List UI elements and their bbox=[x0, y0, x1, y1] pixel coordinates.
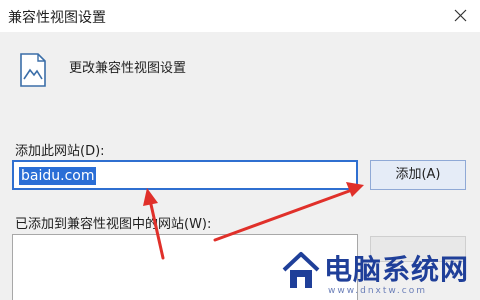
site-watermark: 电脑系统网 www.dnxtw.com bbox=[282, 248, 480, 300]
annotation-arrow-to-add-button bbox=[213, 182, 364, 242]
compat-view-settings-dialog: 兼容性视图设置 更改兼容性视图设置 添加此网站(D): baidu.com 添加… bbox=[0, 0, 480, 300]
add-site-label: 添加此网站(D): bbox=[15, 144, 105, 159]
add-button[interactable]: 添加(A) bbox=[370, 160, 466, 190]
add-site-input[interactable]: baidu.com bbox=[12, 160, 358, 190]
watermark-brand: 电脑系统网 bbox=[324, 253, 470, 286]
window-title: 兼容性视图设置 bbox=[8, 10, 106, 26]
close-icon bbox=[454, 9, 467, 22]
watermark-url: www.dnxtw.com bbox=[328, 286, 428, 296]
added-sites-label: 已添加到兼容性视图中的网站(W): bbox=[15, 217, 212, 232]
header-text: 更改兼容性视图设置 bbox=[69, 61, 187, 76]
add-site-input-value: baidu.com bbox=[19, 167, 97, 185]
close-button[interactable] bbox=[440, 0, 480, 32]
title-bar: 兼容性视图设置 bbox=[0, 0, 480, 32]
house-logo-icon bbox=[282, 252, 320, 288]
compat-view-page-icon bbox=[18, 52, 48, 88]
